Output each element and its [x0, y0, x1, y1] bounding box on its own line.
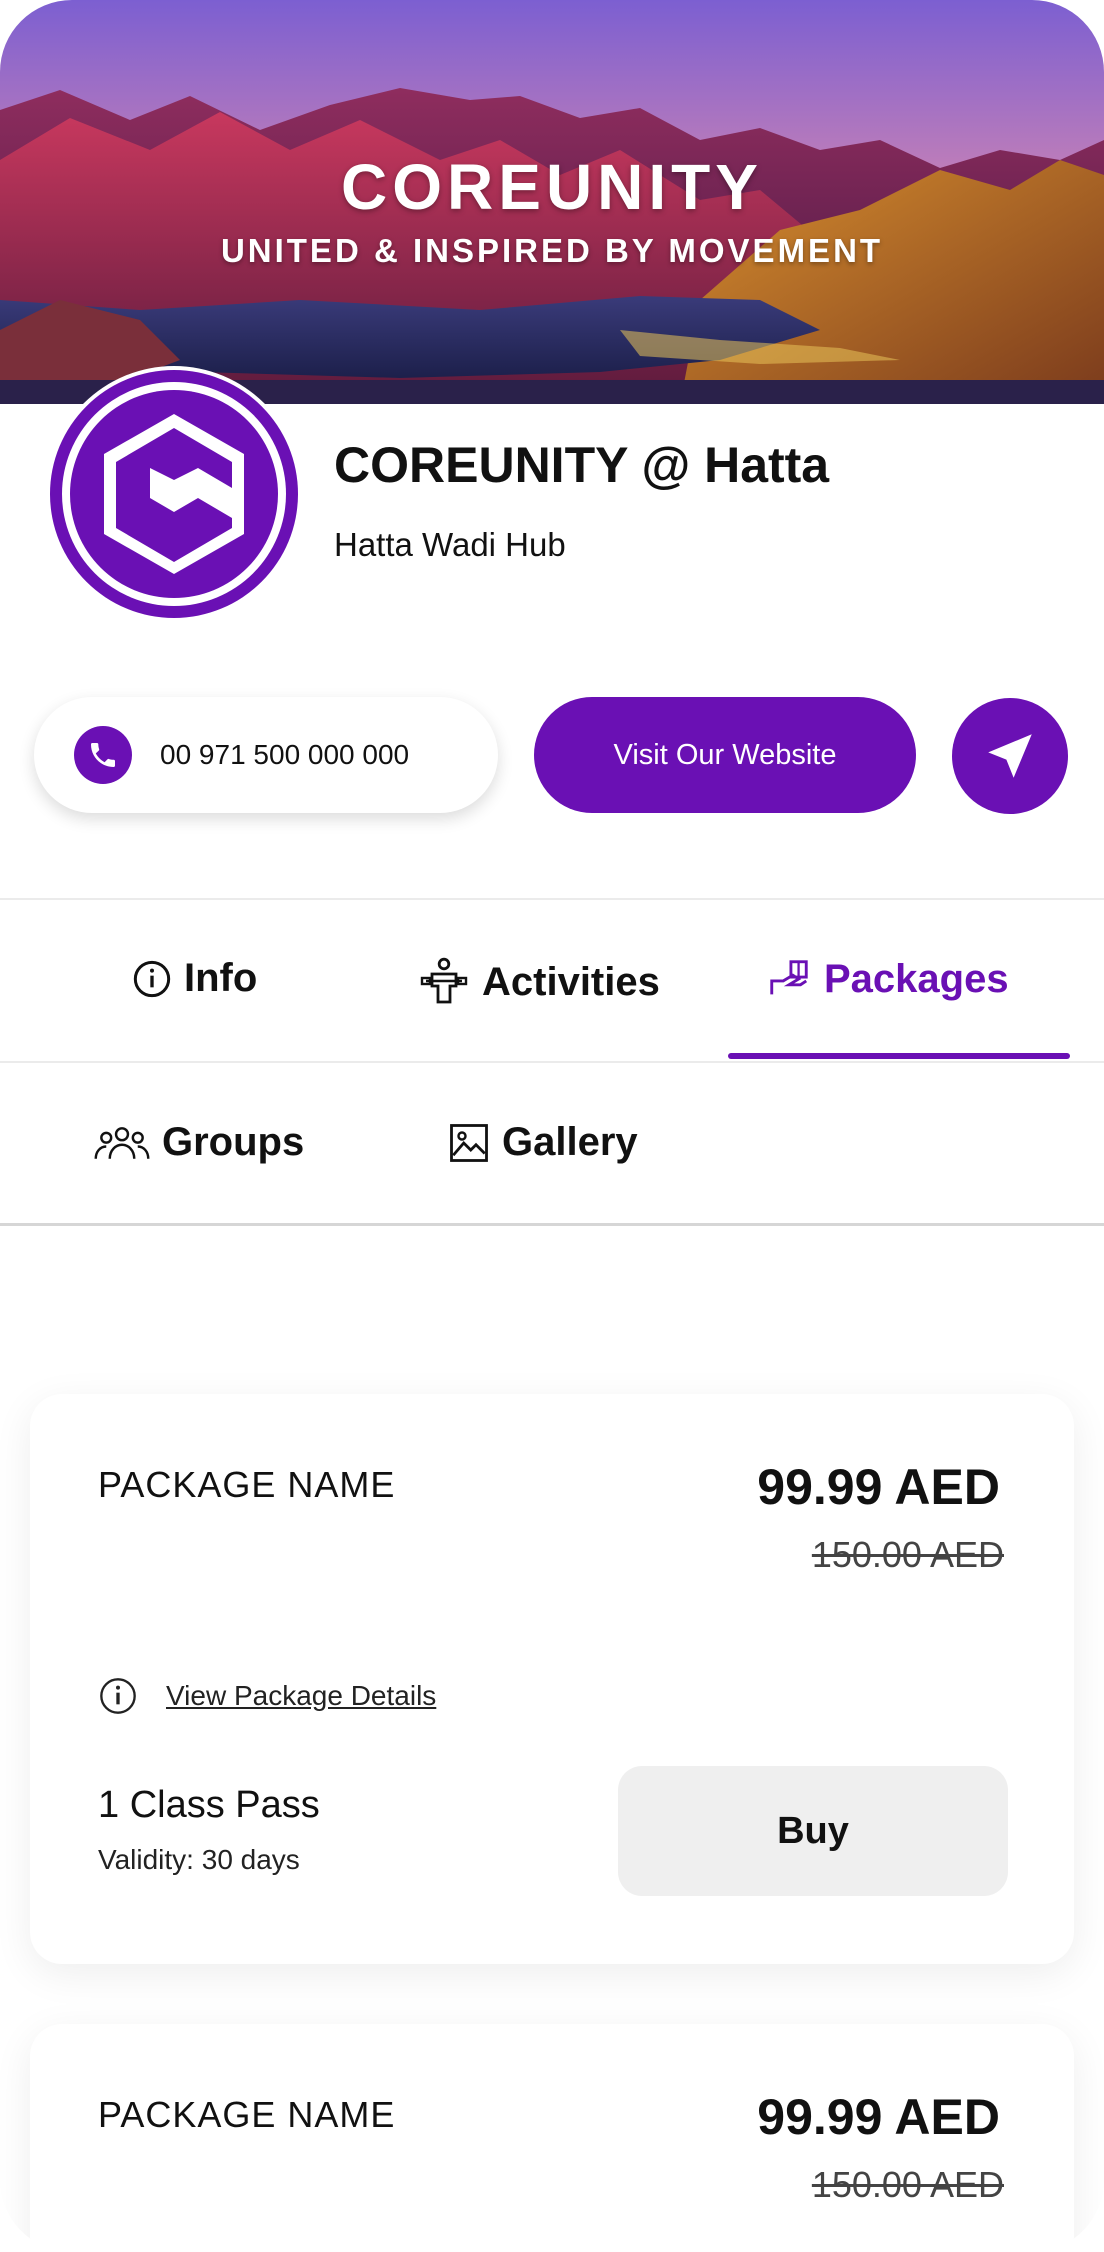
tab-packages[interactable]: Packages [766, 956, 1009, 1002]
visit-website-button[interactable]: Visit Our Website [534, 697, 916, 813]
divider-middle [0, 1061, 1104, 1063]
tab-groups[interactable]: Groups [94, 1120, 304, 1165]
view-package-details-link[interactable]: View Package Details [166, 1680, 436, 1712]
tab-info[interactable]: Info [132, 956, 257, 1001]
phone-icon [74, 726, 132, 784]
directions-button[interactable] [952, 698, 1068, 814]
package-card: PACKAGE NAME 99.99 AED 150.00 AED [30, 2024, 1074, 2252]
venue-location: Hatta Wadi Hub [334, 526, 566, 563]
tab-activities-label: Activities [482, 959, 660, 1004]
package-price: 99.99 AED [757, 2089, 1000, 2145]
coreunity-logo-icon [50, 370, 298, 618]
active-tab-indicator [728, 1053, 1070, 1059]
tab-gallery[interactable]: Gallery [448, 1120, 638, 1165]
tab-packages-label: Packages [824, 956, 1009, 1001]
buy-button[interactable]: Buy [618, 1766, 1008, 1896]
hero-banner: COREUNITY UNITED & INSPIRED BY MOVEMENT [0, 0, 1104, 404]
divider-top [0, 898, 1104, 900]
phone-button[interactable]: 00 971 500 000 000 [34, 697, 498, 813]
activities-icon [418, 956, 470, 1008]
package-original-price: 150.00 AED [811, 1534, 1004, 1575]
phone-number: 00 971 500 000 000 [160, 739, 410, 770]
tab-activities[interactable]: Activities [418, 956, 660, 1008]
packages-icon [766, 956, 812, 1002]
hero-title: COREUNITY [341, 151, 763, 223]
info-icon [98, 1676, 138, 1716]
package-card: PACKAGE NAME 99.99 AED 150.00 AED View P… [30, 1394, 1074, 1964]
screen: COREUNITY UNITED & INSPIRED BY MOVEMENT … [0, 0, 1104, 2252]
package-name: PACKAGE NAME [98, 2094, 396, 2135]
groups-icon [94, 1123, 150, 1163]
tab-groups-label: Groups [162, 1120, 305, 1164]
hero-tagline: UNITED & INSPIRED BY MOVEMENT [220, 232, 884, 269]
package-validity: Validity: 30 days [98, 1844, 300, 1875]
info-icon [132, 959, 172, 999]
venue-name: COREUNITY @ Hatta [334, 437, 830, 493]
package-name: PACKAGE NAME [98, 1464, 396, 1505]
tab-info-label: Info [184, 956, 258, 1000]
gallery-icon [448, 1122, 490, 1164]
venue-logo [46, 366, 302, 622]
package-pass: 1 Class Pass [98, 1784, 320, 1826]
divider-bottom [0, 1223, 1104, 1226]
package-original-price: 150.00 AED [811, 2164, 1004, 2205]
navigation-arrow-icon [988, 734, 1032, 778]
hero-text-block: COREUNITY UNITED & INSPIRED BY MOVEMENT [0, 150, 1104, 270]
package-price: 99.99 AED [757, 1459, 1000, 1515]
view-package-details-row: View Package Details [98, 1676, 436, 1716]
tab-gallery-label: Gallery [502, 1120, 638, 1164]
